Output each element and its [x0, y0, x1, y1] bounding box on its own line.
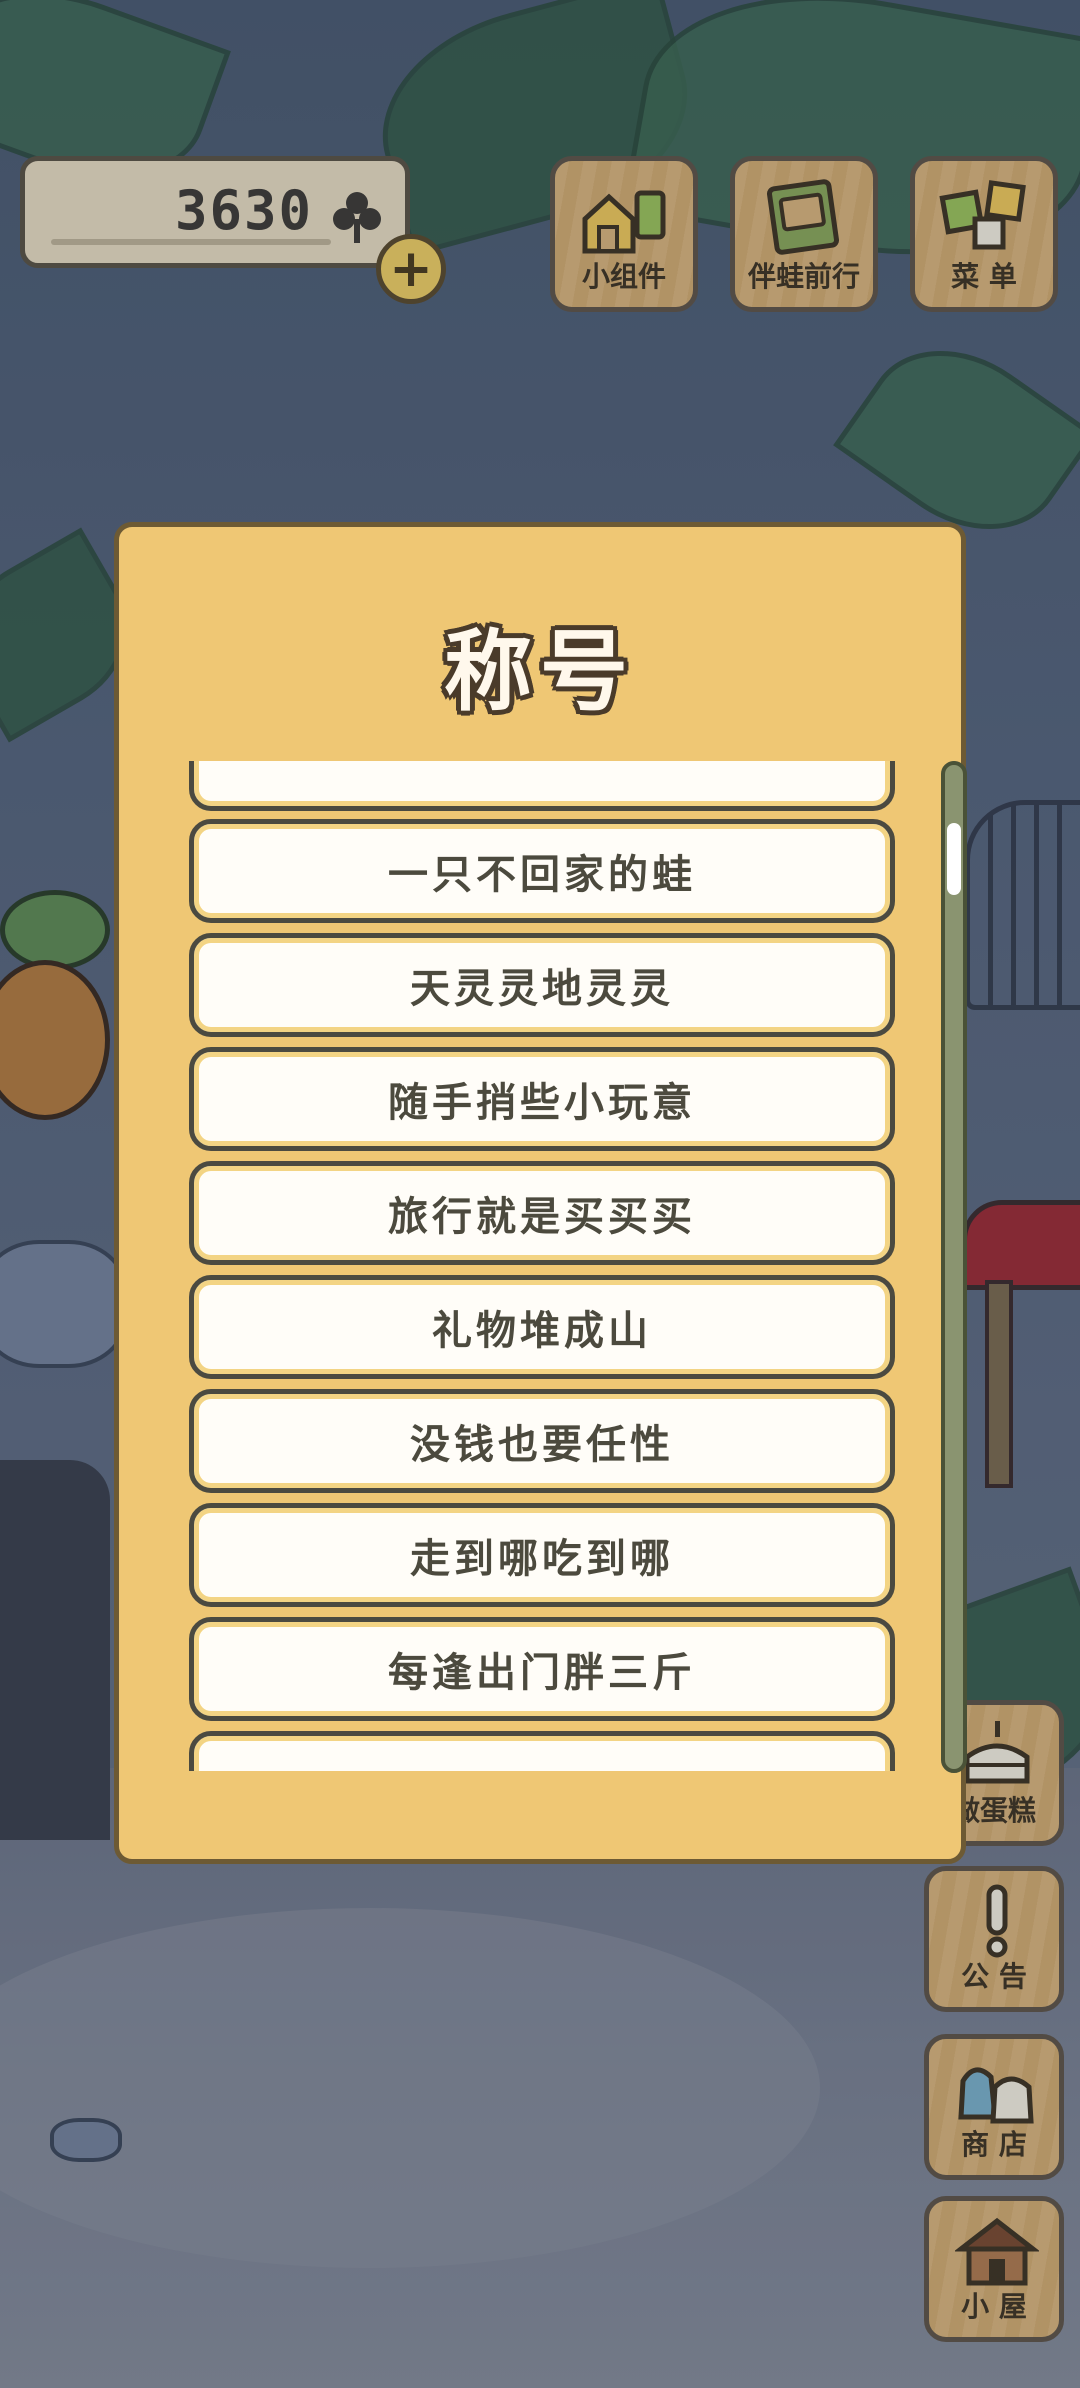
title-item[interactable]: 天灵灵地灵灵	[189, 933, 895, 1037]
titles-list[interactable]: 一只不回家的蛙 天灵灵地灵灵 随手捎些小玩意 旅行就是买买买 礼物堆成山 没钱也…	[189, 761, 901, 1771]
title-item[interactable]: 礼物堆成山	[189, 1275, 895, 1379]
scrollbar-thumb[interactable]	[947, 822, 961, 895]
title-item[interactable]: 一只不回家的蛙	[189, 819, 895, 923]
title-item[interactable]: 没钱也要任性	[189, 1389, 895, 1493]
titles-modal: 称号 一只不回家的蛙 天灵灵地灵灵 随手捎些小玩意 旅行就是买买买 礼物堆成山 …	[114, 522, 967, 1864]
title-item[interactable]	[189, 761, 895, 811]
modal-title: 称号	[443, 620, 636, 723]
title-item[interactable]: 随手捎些小玩意	[189, 1047, 895, 1151]
title-item[interactable]: 走到哪吃到哪	[189, 1503, 895, 1607]
title-item[interactable]: 旅行就是买买买	[189, 1161, 895, 1265]
title-item[interactable]	[189, 1731, 895, 1771]
title-item[interactable]: 每逢出门胖三斤	[189, 1617, 895, 1721]
scrollbar[interactable]	[941, 761, 967, 1773]
